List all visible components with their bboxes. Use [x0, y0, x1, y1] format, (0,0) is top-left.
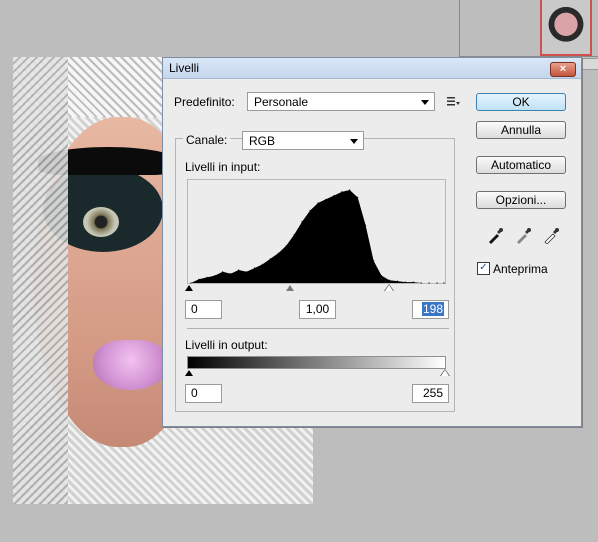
histogram-point	[246, 271, 248, 273]
preset-menu-icon[interactable]	[447, 96, 461, 108]
output-white-slider[interactable]	[441, 370, 449, 376]
histogram-point	[333, 195, 335, 197]
histogram-point	[198, 278, 200, 280]
cancel-button[interactable]: Annulla	[476, 121, 566, 139]
gray-eyedropper-icon[interactable]	[515, 226, 533, 244]
input-levels-label: Livelli in input:	[185, 160, 261, 174]
histogram-point	[325, 198, 327, 200]
histogram-point	[412, 281, 414, 283]
output-black-field[interactable]: 0	[185, 384, 222, 403]
histogram-point	[317, 202, 319, 204]
histogram-point	[388, 279, 390, 281]
histogram-point	[373, 260, 375, 262]
chevron-down-icon	[350, 139, 358, 144]
histogram-point	[380, 275, 383, 277]
histogram-point	[349, 189, 351, 191]
dialog-titlebar[interactable]: Livelli ×	[163, 58, 581, 79]
histogram-point	[443, 282, 445, 284]
histogram-point	[238, 269, 240, 271]
dialog-title: Livelli	[169, 61, 200, 75]
options-button[interactable]: Opzioni...	[476, 191, 566, 209]
input-white-slider[interactable]	[385, 285, 393, 291]
close-button[interactable]: ×	[550, 62, 576, 77]
histogram-point	[428, 282, 430, 284]
histogram-area	[191, 190, 444, 283]
checkbox-checked-icon[interactable]: ✓	[477, 262, 490, 275]
input-white-field[interactable]: 198	[412, 300, 449, 319]
output-white-field[interactable]: 255	[412, 384, 449, 403]
panel-tab[interactable]	[580, 58, 598, 70]
histogram-point	[341, 191, 343, 193]
histogram-point	[190, 282, 192, 284]
output-levels-label: Livelli in output:	[185, 338, 268, 352]
levels-dialog: Livelli × Predefinito: Personale Canale:…	[162, 57, 582, 427]
preview-label: Anteprima	[493, 262, 548, 276]
input-black-slider[interactable]	[185, 285, 193, 291]
histogram-point	[230, 273, 232, 275]
preset-value: Personale	[254, 95, 309, 109]
histogram-point	[214, 275, 216, 277]
histogram-svg	[190, 189, 445, 284]
auto-button[interactable]: Automatico	[476, 156, 566, 174]
channel-label: Canale:	[183, 133, 231, 147]
histogram-point	[404, 281, 406, 283]
histogram-point	[222, 271, 224, 273]
white-eyedropper-icon[interactable]	[543, 226, 561, 245]
ok-button[interactable]: OK	[476, 93, 566, 111]
eyedropper-row	[487, 226, 562, 246]
histogram-point	[301, 221, 303, 223]
input-gamma-slider[interactable]	[286, 285, 294, 291]
divider	[187, 328, 449, 329]
chevron-down-icon	[421, 100, 429, 105]
histogram	[187, 179, 446, 284]
input-gamma-field[interactable]: 1,00	[299, 300, 336, 319]
input-black-field[interactable]: 0	[185, 300, 222, 319]
histogram-point	[277, 252, 279, 254]
histogram-point	[269, 258, 271, 260]
input-white-value: 198	[421, 302, 444, 316]
histogram-point	[261, 263, 263, 265]
output-gradient	[187, 356, 446, 369]
histogram-point	[396, 280, 398, 282]
histogram-point	[365, 224, 367, 226]
histogram-point	[293, 234, 295, 236]
histogram-point	[206, 276, 208, 278]
channel-value: RGB	[249, 134, 276, 148]
histogram-point	[309, 209, 311, 212]
histogram-point	[253, 267, 256, 269]
histogram-point	[285, 245, 287, 247]
channel-select[interactable]: RGB	[242, 131, 364, 150]
histogram-point	[436, 282, 438, 284]
histogram-point	[357, 196, 359, 198]
output-black-slider[interactable]	[185, 370, 193, 376]
preset-label: Predefinito:	[174, 95, 235, 109]
preset-select[interactable]: Personale	[247, 92, 435, 111]
black-eyedropper-icon[interactable]	[487, 226, 505, 244]
histogram-point	[420, 282, 422, 284]
document-thumbnail[interactable]	[540, 0, 592, 56]
